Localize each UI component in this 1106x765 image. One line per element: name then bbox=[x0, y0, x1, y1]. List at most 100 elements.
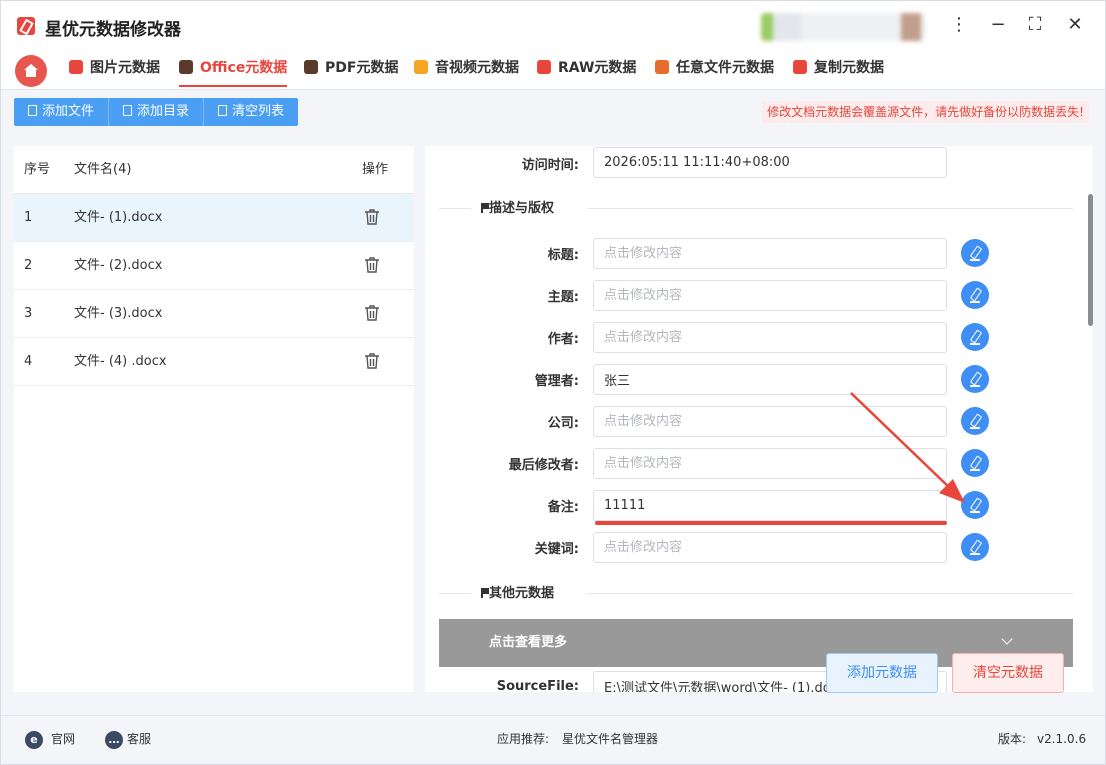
app-logo-icon bbox=[17, 17, 35, 35]
keywords-field[interactable] bbox=[593, 532, 947, 563]
edit-subject-button[interactable] bbox=[961, 281, 989, 309]
edit-title-button[interactable] bbox=[961, 239, 989, 267]
delete-icon[interactable] bbox=[364, 304, 380, 322]
file-list-header: 序号 文件名(4) 操作 bbox=[14, 146, 414, 194]
field-label: 管理者: bbox=[534, 374, 579, 389]
clear-list-button[interactable]: 清空列表 bbox=[204, 98, 298, 126]
edit-company-button[interactable] bbox=[961, 407, 989, 435]
website-icon[interactable]: e bbox=[25, 731, 43, 749]
add-metadata-button[interactable]: 添加元数据 bbox=[826, 653, 938, 693]
edit-last-modified-by-button[interactable] bbox=[961, 449, 989, 477]
table-row[interactable]: 1 文件- (1).docx bbox=[14, 194, 414, 242]
column-index: 序号 bbox=[24, 162, 51, 177]
chat-icon[interactable]: … bbox=[105, 731, 123, 749]
section-title: 描述与版权 bbox=[489, 201, 555, 216]
row-filename: 文件- (2).docx bbox=[74, 258, 163, 273]
copy-icon bbox=[793, 60, 807, 74]
edit-keywords-button[interactable] bbox=[961, 533, 989, 561]
pdf-icon bbox=[304, 60, 318, 74]
field-label: 标题: bbox=[547, 248, 579, 263]
delete-icon[interactable] bbox=[364, 256, 380, 274]
recommend-app-link[interactable]: 星优文件名管理器 bbox=[562, 716, 658, 762]
raw-icon bbox=[537, 60, 551, 74]
show-more-label: 点击查看更多 bbox=[489, 635, 568, 650]
tab-pdf-metadata[interactable]: PDF元数据 bbox=[304, 49, 398, 87]
chevron-down-icon bbox=[1001, 633, 1013, 645]
close-button[interactable]: ✕ bbox=[1063, 13, 1087, 37]
file-button-group: 添加文件 添加目录 清空列表 bbox=[14, 98, 299, 126]
user-avatar[interactable] bbox=[761, 13, 926, 41]
row-filename: 文件- (4) .docx bbox=[74, 354, 167, 369]
table-row[interactable]: 4 文件- (4) .docx bbox=[14, 338, 414, 386]
access-time-input[interactable] bbox=[593, 147, 947, 178]
title-field[interactable] bbox=[593, 238, 947, 269]
version-label: 版本: bbox=[998, 732, 1027, 746]
customer-service-link[interactable]: 客服 bbox=[127, 716, 151, 762]
clear-metadata-button[interactable]: 清空元数据 bbox=[952, 653, 1064, 693]
status-bar: e 官网 … 客服 应用推荐: 星优文件名管理器 版本: v2.1.0.6 bbox=[1, 715, 1105, 764]
version-value: v2.1.0.6 bbox=[1037, 732, 1087, 746]
menu-icon[interactable]: ⋮ bbox=[947, 13, 971, 37]
delete-icon[interactable] bbox=[364, 352, 380, 370]
tab-image-metadata[interactable]: 图片元数据 bbox=[69, 49, 160, 87]
app-title: 星优元数据修改器 bbox=[45, 20, 181, 40]
category-tabs: 图片元数据 Office元数据 PDF元数据 音视频元数据 RAW元数据 任意文… bbox=[1, 49, 1105, 89]
file-icon bbox=[655, 60, 669, 74]
add-file-button[interactable]: 添加文件 bbox=[14, 98, 110, 126]
tab-copy-metadata[interactable]: 复制元数据 bbox=[793, 49, 884, 87]
add-directory-button[interactable]: 添加目录 bbox=[109, 98, 205, 126]
trash-icon bbox=[218, 105, 228, 116]
maximize-button[interactable]: ⛶ bbox=[1023, 13, 1047, 37]
image-icon bbox=[69, 60, 83, 74]
row-filename: 文件- (3).docx bbox=[74, 306, 163, 321]
minimize-button[interactable]: − bbox=[986, 13, 1010, 37]
field-label: 关键词: bbox=[534, 542, 579, 557]
scrollbar[interactable] bbox=[1088, 194, 1093, 326]
comments-field[interactable] bbox=[593, 490, 947, 521]
source-file-label: SourceFile: bbox=[496, 679, 579, 692]
column-filename: 文件名(4) bbox=[74, 162, 132, 177]
row-index: 2 bbox=[24, 258, 33, 273]
tab-any-file-metadata[interactable]: 任意文件元数据 bbox=[655, 49, 774, 87]
section-other-metadata: 其他元数据 bbox=[439, 584, 1073, 604]
table-row[interactable]: 2 文件- (2).docx bbox=[14, 242, 414, 290]
author-field[interactable] bbox=[593, 322, 947, 353]
row-filename: 文件- (1).docx bbox=[74, 210, 163, 225]
edit-author-button[interactable] bbox=[961, 323, 989, 351]
field-label: 作者: bbox=[547, 332, 579, 347]
highlight-underline bbox=[595, 521, 947, 525]
file-list: 序号 文件名(4) 操作 1 文件- (1).docx 2 文件- (2).do… bbox=[14, 146, 414, 692]
company-field[interactable] bbox=[593, 406, 947, 437]
edit-manager-button[interactable] bbox=[961, 365, 989, 393]
website-link[interactable]: 官网 bbox=[51, 716, 75, 762]
field-label: 最后修改者: bbox=[508, 458, 579, 473]
field-label: 主题: bbox=[547, 290, 579, 305]
recommend-label: 应用推荐: bbox=[497, 732, 550, 746]
office-icon bbox=[179, 60, 193, 74]
last-modified-by-field[interactable] bbox=[593, 448, 947, 479]
table-row[interactable]: 3 文件- (3).docx bbox=[14, 290, 414, 338]
subject-field[interactable] bbox=[593, 280, 947, 311]
column-action: 操作 bbox=[362, 162, 389, 177]
flag-icon bbox=[481, 588, 489, 598]
file-icon bbox=[28, 105, 37, 116]
metadata-panel: 访问时间: 描述与版权 标题: 主题: 作者: 管理者: 公司: 最后修改者: … bbox=[425, 146, 1093, 692]
home-button[interactable] bbox=[15, 55, 47, 87]
tab-raw-metadata[interactable]: RAW元数据 bbox=[537, 49, 636, 87]
edit-comments-button[interactable] bbox=[961, 491, 989, 519]
flag-icon bbox=[481, 203, 489, 213]
folder-icon bbox=[123, 105, 133, 116]
toolbar: 添加文件 添加目录 清空列表 修改文档元数据会覆盖源文件，请先做好备份以防数据丢… bbox=[1, 89, 1105, 135]
row-index: 1 bbox=[24, 210, 33, 225]
section-description-copyright: 描述与版权 bbox=[439, 199, 1073, 219]
title-bar: 星优元数据修改器 ⋮ − ⛶ ✕ bbox=[1, 1, 1105, 49]
delete-icon[interactable] bbox=[364, 208, 380, 226]
media-icon bbox=[414, 60, 428, 74]
app-window: 星优元数据修改器 ⋮ − ⛶ ✕ 图片元数据 Office元数据 PDF元数据 … bbox=[0, 0, 1106, 765]
row-index: 3 bbox=[24, 306, 33, 321]
manager-field[interactable] bbox=[593, 364, 947, 395]
tab-office-metadata[interactable]: Office元数据 bbox=[179, 49, 288, 87]
field-label: 备注: bbox=[547, 500, 579, 515]
tab-media-metadata[interactable]: 音视频元数据 bbox=[414, 49, 519, 87]
section-title: 其他元数据 bbox=[489, 586, 555, 601]
